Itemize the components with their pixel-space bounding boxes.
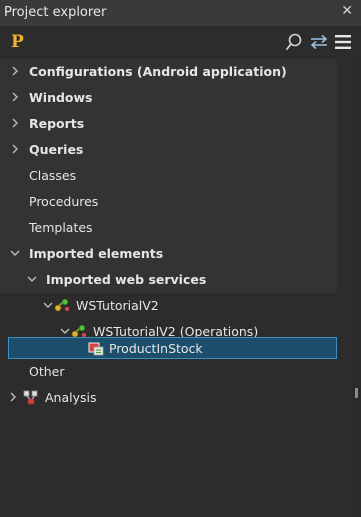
tree-item-procedures[interactable]: Procedures xyxy=(0,189,337,215)
tree-item-reports[interactable]: Reports xyxy=(0,111,337,137)
splitter-handle[interactable] xyxy=(355,388,358,398)
chevron-right-icon[interactable] xyxy=(9,143,21,155)
panel-toolbar: P xyxy=(0,26,361,58)
webservice-icon xyxy=(54,298,69,312)
tree-item-queries[interactable]: Queries xyxy=(0,137,337,163)
tree-item-label: Configurations (Android application) xyxy=(29,64,287,79)
tree-item-label: Queries xyxy=(29,142,84,157)
search-icon[interactable] xyxy=(284,32,304,52)
project-tree: Configurations (Android application) Win… xyxy=(0,58,352,517)
tree-item-label: Windows xyxy=(29,90,93,105)
tree-item-label: ProductInStock xyxy=(109,341,203,356)
chevron-down-icon[interactable] xyxy=(9,247,21,259)
tree-item-imported-elements[interactable]: Imported elements xyxy=(0,241,337,267)
tree-item-label: Imported elements xyxy=(29,246,164,261)
hamburger-menu-icon[interactable] xyxy=(333,32,353,52)
sync-arrows-icon[interactable] xyxy=(309,32,329,52)
chevron-down-icon[interactable] xyxy=(42,299,54,311)
tree-item-windows[interactable]: Windows xyxy=(0,85,337,111)
tree-item-webservice[interactable]: WSTutorialV2 xyxy=(0,293,337,319)
tree-item-analysis[interactable]: Analysis xyxy=(0,385,337,411)
chevron-down-icon[interactable] xyxy=(26,273,38,285)
project-explorer-panel: Project explorer ✕ P Configurations (And… xyxy=(0,0,361,517)
tree-item-label: Reports xyxy=(29,116,85,131)
tree-item-label: Procedures xyxy=(29,194,99,209)
operation-icon xyxy=(88,342,104,356)
chevron-down-icon[interactable] xyxy=(59,325,71,337)
tree-item-templates[interactable]: Templates xyxy=(0,215,337,241)
project-logo-icon: P xyxy=(11,32,24,52)
tree-item-label: Analysis xyxy=(45,390,97,405)
tree-item-label: Other xyxy=(29,364,65,379)
chevron-right-icon[interactable] xyxy=(9,65,21,77)
tree-item-label: Imported web services xyxy=(46,272,207,287)
close-icon[interactable]: ✕ xyxy=(341,3,353,19)
tree-item-imported-web-services[interactable]: Imported web services xyxy=(0,267,337,293)
tree-item-classes[interactable]: Classes xyxy=(0,163,337,189)
analysis-icon xyxy=(23,390,38,405)
tree-item-label: Classes xyxy=(29,168,77,183)
tree-item-label: Templates xyxy=(29,220,93,235)
panel-title: Project explorer xyxy=(4,5,107,20)
vertical-scrollbar[interactable] xyxy=(352,58,361,517)
chevron-right-icon[interactable] xyxy=(7,391,19,403)
tree-item-product-in-stock[interactable]: ProductInStock xyxy=(8,337,337,359)
chevron-right-icon[interactable] xyxy=(9,91,21,103)
panel-titlebar: Project explorer ✕ xyxy=(0,0,361,26)
tree-item-configurations[interactable]: Configurations (Android application) xyxy=(0,59,337,85)
tree-item-other[interactable]: Other xyxy=(0,359,337,385)
tree-item-label: WSTutorialV2 xyxy=(76,298,159,313)
chevron-right-icon[interactable] xyxy=(9,117,21,129)
